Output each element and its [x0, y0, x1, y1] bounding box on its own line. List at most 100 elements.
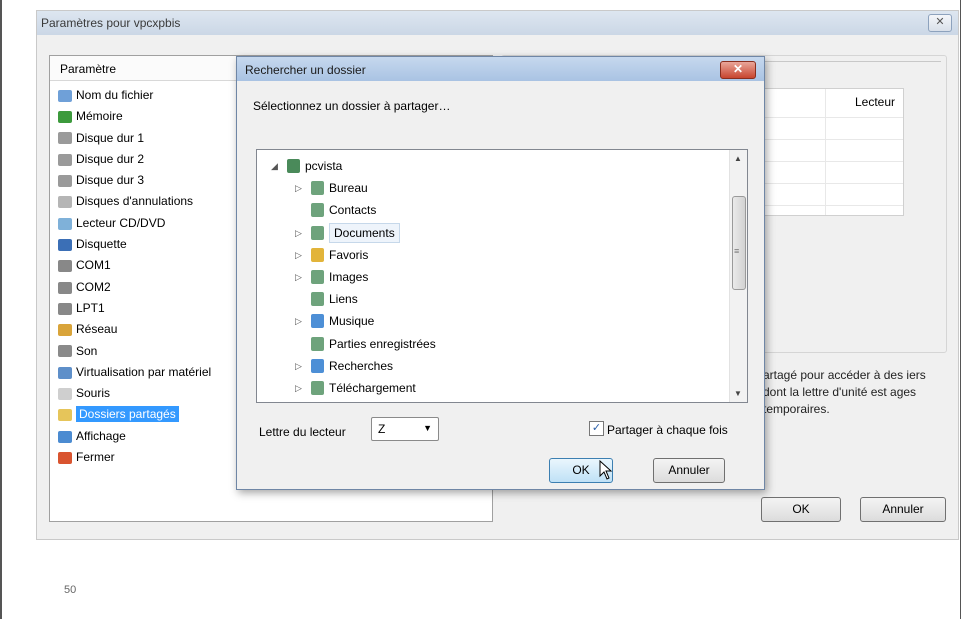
network-icon [58, 324, 72, 337]
parameter-item[interactable]: COM1 [58, 255, 211, 276]
images-folder-icon [311, 270, 324, 284]
page-border-left [0, 0, 2, 619]
folder-tree-item-label: Musique [329, 314, 375, 329]
scroll-down-arrow-icon[interactable]: ▼ [734, 389, 742, 398]
folder-tree-item-label: pcvista [305, 159, 343, 173]
browse-folder-title: Rechercher un dossier [245, 63, 366, 77]
parameter-item-label: Fermer [76, 450, 115, 465]
parameter-item-label: Affichage [76, 428, 126, 443]
undo-disk-icon [58, 196, 72, 209]
parameter-item[interactable]: Virtualisation par matériel [58, 362, 211, 383]
expand-arrow-icon[interactable]: ▷ [295, 377, 305, 399]
folder-tree-item-label: Images [329, 270, 369, 284]
parameter-item[interactable]: COM2 [58, 277, 211, 298]
drive-letter-value: Z [378, 422, 386, 436]
favorites-folder-icon [311, 247, 324, 262]
parameter-item-label: Son [76, 343, 98, 358]
sound-icon [58, 345, 72, 358]
parameter-item[interactable]: Souris [58, 383, 211, 404]
folder-tree-item[interactable]: ▷ Favoris [257, 244, 727, 266]
folder-tree-item[interactable]: ▷ Documents [257, 222, 727, 244]
folder-tree-scrollbar[interactable]: ▲ ≡ ▼ [729, 150, 747, 402]
documents-folder-icon [311, 225, 324, 240]
expand-arrow-icon[interactable]: ▷ [295, 355, 305, 377]
settings-close-button[interactable]: ✕ [928, 14, 952, 32]
table-column-divider [825, 89, 826, 215]
shared-folders-description: artagé pour accéder à des iers dont la l… [763, 368, 926, 416]
com-port-icon [58, 281, 72, 294]
expand-arrow-icon[interactable]: ▷ [295, 266, 305, 288]
browse-folder-titlebar: Rechercher un dossier ✕ [237, 57, 764, 81]
parameter-item[interactable]: Fermer [58, 447, 211, 468]
parameter-item[interactable]: Mémoire [58, 106, 211, 127]
parameter-item-label: Mémoire [76, 109, 123, 124]
parameter-item[interactable]: Réseau [58, 319, 211, 340]
parameter-tree: Nom du fichier Mémoire Disque dur 1 Disque … [58, 85, 211, 468]
hard-disk-icon [58, 132, 72, 145]
folder-tree-item-label: Liens [329, 292, 358, 307]
parameter-item[interactable]: Dossiers partagés [58, 404, 211, 425]
settings-cancel-button[interactable]: Annuler [860, 497, 946, 522]
parameter-item-label: Souris [76, 386, 111, 401]
folder-tree-item[interactable]: ▷ Recherches [257, 355, 727, 377]
scroll-up-arrow-icon[interactable]: ▲ [734, 154, 742, 163]
mouse-icon [58, 387, 72, 400]
folder-tree-item-label: Recherches [329, 358, 394, 373]
share-each-time-checkbox[interactable]: ✓ [589, 421, 604, 436]
parameter-item-label: LPT1 [76, 300, 105, 315]
parameter-item[interactable]: Affichage [58, 426, 211, 447]
folder-tree-item-label: Documents [329, 222, 400, 243]
parameter-item[interactable]: Disquette [58, 234, 211, 255]
browse-folder-close-button[interactable]: ✕ [720, 61, 756, 79]
hard-disk-icon [58, 153, 72, 166]
parameter-item-label: Disque dur 2 [76, 151, 145, 166]
folder-tree-item[interactable]: ▷ Bureau [257, 177, 727, 199]
hardware-virtualization-icon [58, 366, 72, 379]
lpt-port-icon [58, 302, 72, 315]
computer-icon [287, 159, 300, 173]
expand-arrow-icon[interactable]: ▷ [295, 310, 305, 332]
mouse-pointer-icon [599, 460, 613, 480]
scroll-thumb[interactable] [732, 196, 746, 290]
drive-column-header[interactable]: Lecteur [855, 95, 895, 109]
folder-tree-item[interactable]: Liens [257, 288, 727, 310]
music-folder-icon [311, 314, 324, 329]
share-each-time-label[interactable]: Partager à chaque fois [607, 423, 728, 437]
parameter-item[interactable]: Son [58, 341, 211, 362]
parameter-item-label: Disque dur 3 [76, 173, 145, 188]
folder-tree-item[interactable]: ▷ Images [257, 266, 727, 288]
parameter-item-label: COM1 [76, 258, 111, 273]
settings-titlebar: Paramètres pour vpcxpbis ✕ [37, 11, 958, 35]
parameter-item-label: Disques d'annulations [76, 194, 194, 209]
hard-disk-icon [58, 175, 72, 188]
browse-cancel-button[interactable]: Annuler [653, 458, 725, 483]
parameter-item-label: Disquette [76, 237, 127, 252]
parameter-column-label: Paramètre [60, 62, 117, 76]
parameter-item[interactable]: Disques d'annulations [58, 191, 211, 212]
parameter-item[interactable]: Disque dur 1 [58, 128, 211, 149]
cd-dvd-icon [58, 217, 72, 230]
folder-tree-item-label: Contacts [329, 203, 377, 218]
browse-folder-prompt: Sélectionnez un dossier à partager… [253, 99, 451, 113]
folder-tree-item[interactable]: Parties enregistrées [257, 333, 727, 355]
scroll-grip-icon: ≡ [734, 246, 740, 256]
parameter-item[interactable]: Nom du fichier [58, 85, 211, 106]
expand-arrow-icon[interactable]: ▷ [295, 177, 305, 199]
expanded-arrow-icon[interactable]: ◢ [271, 155, 281, 177]
expand-arrow-icon[interactable]: ▷ [295, 222, 305, 244]
folder-tree-item[interactable]: ◢ pcvista [257, 155, 727, 177]
folder-tree-item[interactable]: ▷ Musique [257, 310, 727, 332]
parameter-item[interactable]: Disque dur 3 [58, 170, 211, 191]
parameter-item[interactable]: LPT1 [58, 298, 211, 319]
folder-tree-item[interactable]: ▷ Téléchargement [257, 377, 727, 399]
parameter-item[interactable]: Lecteur CD/DVD [58, 213, 211, 234]
drive-letter-select[interactable]: Z ▼ [371, 417, 439, 441]
links-folder-icon [311, 292, 324, 307]
parameter-item-label: COM2 [76, 279, 111, 294]
floppy-icon [58, 238, 72, 251]
parameter-item[interactable]: Disque dur 2 [58, 149, 211, 170]
settings-ok-button[interactable]: OK [761, 497, 841, 522]
parameter-item-label: Dossiers partagés [76, 406, 179, 423]
folder-tree-item[interactable]: Contacts [257, 199, 727, 221]
expand-arrow-icon[interactable]: ▷ [295, 244, 305, 266]
